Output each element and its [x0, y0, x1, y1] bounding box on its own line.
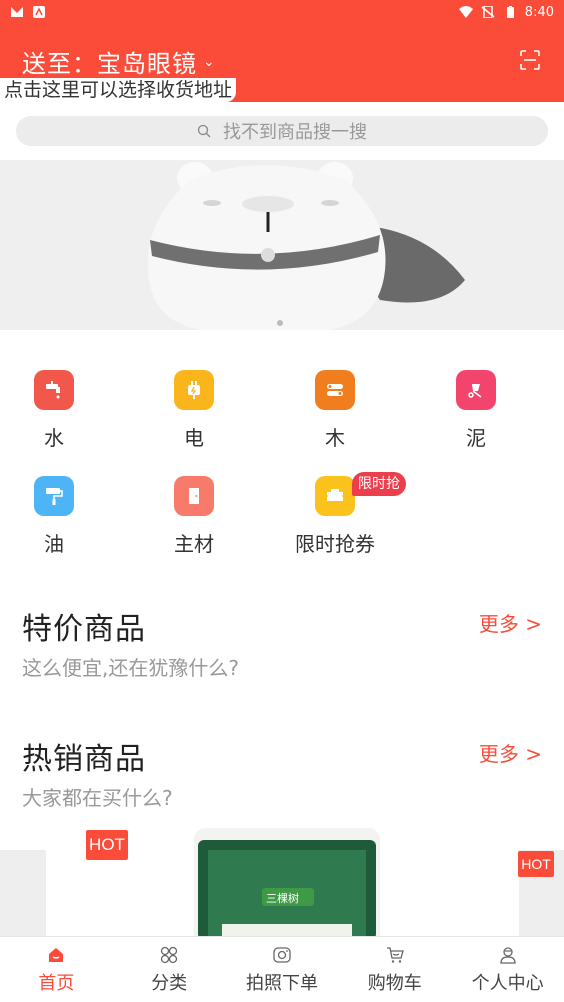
door-icon [174, 476, 214, 516]
hot-section-subtitle: 大家都在买什么? [22, 786, 173, 810]
tab-label: 个人中心 [471, 973, 544, 994]
tab-photo-order[interactable]: 拍照下单 [226, 937, 339, 1002]
tab-home[interactable]: 首页 [0, 937, 113, 1002]
user-icon [499, 947, 516, 964]
tab-label: 首页 [38, 973, 75, 994]
no-sim-icon [481, 6, 495, 18]
hot-section-title: 热销商品 [22, 742, 146, 777]
app-notification-icon [11, 7, 23, 17]
home-icon [49, 948, 64, 962]
category-item-cement[interactable]: 泥 [406, 370, 546, 451]
category-item-main-material[interactable]: 主材 [124, 476, 264, 557]
category-label: 木 [325, 426, 345, 450]
tab-cart[interactable]: 购物车 [338, 937, 451, 1002]
status-bar: 8:40 [0, 0, 564, 24]
category-item-paint[interactable]: 油 [0, 476, 124, 557]
promo-banner[interactable] [0, 160, 564, 330]
paint-roller-icon [34, 476, 74, 516]
product-card-paint-bucket[interactable]: 三棵树 [194, 828, 380, 940]
delivery-address-label: 送至：宝岛眼镜 [22, 50, 197, 78]
hot-tag: HOT [86, 830, 128, 860]
category-item-wood[interactable]: 木 [265, 370, 405, 451]
category-label: 油 [44, 532, 64, 556]
faucet-icon [34, 370, 74, 410]
status-time: 8:40 [524, 4, 554, 20]
product-brand-label: 三棵树 [266, 892, 299, 905]
flash-sale-badge: 限时抢 [352, 472, 406, 496]
category-icon [161, 946, 178, 964]
paint-bucket-image [194, 828, 380, 940]
chevron-down-icon: ⌄ [203, 53, 216, 70]
wood-icon [315, 370, 355, 410]
tab-profile[interactable]: 个人中心 [451, 937, 564, 1002]
coupon-icon [315, 476, 355, 516]
hot-more-link[interactable]: 更多 > [479, 738, 542, 767]
category-label: 主材 [174, 532, 214, 556]
category-item-water[interactable]: 水 [0, 370, 124, 451]
bottom-tab-bar: 首页 分类 拍照下单 购物车 个人中心 [0, 936, 564, 1002]
special-section-subtitle: 这么便宜,还在犹豫什么? [22, 656, 239, 680]
hot-tag: HOT [518, 851, 554, 877]
plug-icon [174, 370, 214, 410]
cart-icon [456, 370, 496, 410]
search-input[interactable]: 找不到商品搜一搜 [16, 116, 548, 146]
scan-icon[interactable] [520, 50, 540, 70]
search-area: 找不到商品搜一搜 [0, 102, 564, 160]
camera-icon [273, 947, 291, 963]
tab-category[interactable]: 分类 [113, 937, 226, 1002]
product-card-prev[interactable] [0, 850, 46, 940]
search-icon [197, 124, 211, 138]
address-hint-tooltip[interactable]: 点击这里可以选择收货地址 [0, 78, 237, 102]
tab-label: 购物车 [367, 973, 422, 994]
tab-label: 分类 [151, 973, 188, 994]
category-item-electric[interactable]: 电 [124, 370, 264, 451]
search-placeholder: 找不到商品搜一搜 [223, 122, 367, 143]
category-label: 限时抢券 [295, 532, 375, 556]
special-more-link[interactable]: 更多 > [479, 608, 542, 637]
wifi-icon [458, 6, 473, 18]
special-section-title: 特价商品 [22, 612, 146, 647]
battery-icon [506, 6, 514, 18]
polar-bear-mascot-illustration [147, 162, 465, 330]
app-badge-icon [33, 6, 45, 18]
delivery-address-selector[interactable]: 送至：宝岛眼镜 ⌄ [22, 44, 216, 79]
cart-icon [386, 947, 404, 963]
tab-label: 拍照下单 [245, 973, 318, 994]
category-label: 电 [184, 426, 204, 450]
category-label: 水 [44, 426, 64, 450]
category-label: 泥 [466, 426, 486, 450]
